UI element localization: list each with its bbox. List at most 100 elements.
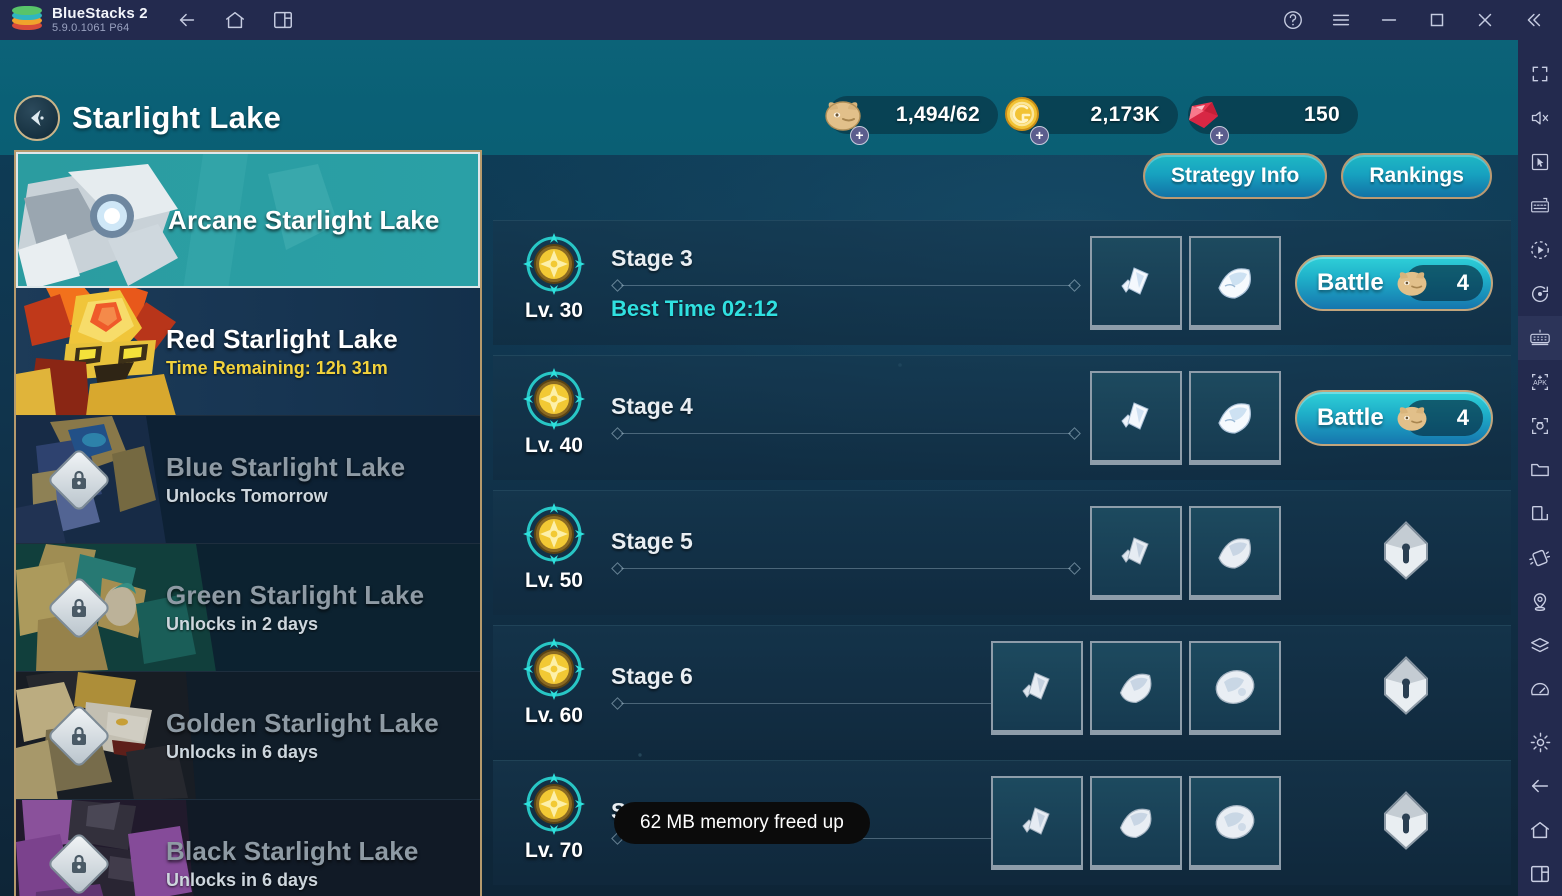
lake-unlock-info: Unlocks in 6 days bbox=[166, 742, 319, 762]
reward-slot[interactable] bbox=[1090, 236, 1182, 330]
shard-small-icon bbox=[1022, 671, 1050, 700]
lake-unlock-info: Unlocks Tomorrow bbox=[166, 486, 328, 506]
macro-record-icon[interactable] bbox=[1518, 228, 1562, 272]
rankings-button[interactable]: Rankings bbox=[1341, 153, 1492, 199]
currency-gold[interactable]: + 2,173K bbox=[1005, 96, 1178, 145]
install-apk-icon[interactable]: APK bbox=[1518, 360, 1562, 404]
minimize-icon[interactable] bbox=[1378, 9, 1400, 31]
screenshot-icon[interactable] bbox=[1518, 404, 1562, 448]
stage-level-badge: Lv. 40 bbox=[511, 366, 597, 470]
stage-info: Stage 3 Best Time 02:12 bbox=[611, 245, 1081, 322]
shard-small-icon bbox=[1121, 536, 1149, 565]
back-button[interactable] bbox=[14, 95, 60, 141]
stage-rewards bbox=[991, 776, 1281, 870]
rotate-icon[interactable] bbox=[1518, 272, 1562, 316]
media-folder-icon[interactable] bbox=[1518, 448, 1562, 492]
battle-cost: 4 bbox=[1397, 265, 1483, 301]
stage-lock-icon bbox=[1379, 790, 1433, 857]
settings-gear-icon[interactable] bbox=[1518, 720, 1562, 764]
stamina-add-button[interactable]: + bbox=[850, 126, 869, 145]
level-ring-icon bbox=[521, 501, 587, 567]
location-icon[interactable] bbox=[1518, 580, 1562, 624]
reward-slot[interactable] bbox=[1189, 236, 1281, 330]
battle-button[interactable]: Battle 4 bbox=[1295, 390, 1493, 446]
pointer-icon[interactable] bbox=[1518, 140, 1562, 184]
lake-item-black[interactable]: Black Starlight Lake Unlocks in 6 days bbox=[16, 800, 480, 896]
recents-icon[interactable] bbox=[1518, 852, 1562, 896]
gems-add-button[interactable]: + bbox=[1210, 126, 1229, 145]
battle-cost: 4 bbox=[1397, 400, 1483, 436]
lake-name: Arcane Starlight Lake bbox=[168, 204, 440, 235]
maximize-icon[interactable] bbox=[1426, 9, 1448, 31]
stage-level: Lv. 30 bbox=[525, 299, 583, 322]
gamepad-icon[interactable] bbox=[1518, 316, 1562, 360]
stage-row[interactable]: Lv. 50 Stage 5 bbox=[493, 490, 1511, 615]
reward-slot[interactable] bbox=[1189, 506, 1281, 600]
stage-best-time: Best Time 02:12 bbox=[611, 295, 779, 321]
shard-small-icon bbox=[1121, 266, 1149, 295]
lake-timer: Time Remaining: 12h 31m bbox=[166, 358, 388, 378]
stage-row[interactable]: Lv. 40 Stage 4 Battle 4 bbox=[493, 355, 1511, 480]
layers-icon[interactable] bbox=[1518, 624, 1562, 668]
menu-icon[interactable] bbox=[1330, 9, 1352, 31]
shard-medium-icon bbox=[1218, 402, 1251, 434]
reward-slot[interactable] bbox=[1090, 641, 1182, 735]
stage-divider bbox=[611, 426, 1081, 440]
reward-slot[interactable] bbox=[1189, 371, 1281, 465]
stage-rewards bbox=[1090, 371, 1281, 465]
stage-level: Lv. 40 bbox=[525, 434, 583, 457]
back-arrow-icon[interactable] bbox=[176, 9, 198, 31]
battle-cost-value: 4 bbox=[1456, 270, 1469, 295]
stage-row[interactable]: Lv. 60 Stage 6 bbox=[493, 625, 1511, 750]
collapse-icon[interactable] bbox=[1522, 9, 1544, 31]
close-icon[interactable] bbox=[1474, 9, 1496, 31]
bluestacks-titlebar: BlueStacks 2 5.9.0.1061 P64 bbox=[0, 0, 1562, 40]
stage-info: Stage 5 bbox=[611, 528, 1081, 579]
fullscreen-icon[interactable] bbox=[1518, 52, 1562, 96]
reward-slot[interactable] bbox=[1090, 776, 1182, 870]
battle-button[interactable]: Battle 4 bbox=[1295, 255, 1493, 311]
reward-slot[interactable] bbox=[991, 776, 1083, 870]
lake-item-red[interactable]: Red Starlight Lake Time Remaining: 12h 3… bbox=[16, 288, 480, 416]
level-ring-icon bbox=[521, 231, 587, 297]
shard-large-icon bbox=[1215, 804, 1255, 839]
keyboard-controls-icon[interactable] bbox=[1518, 184, 1562, 228]
lake-item-blue[interactable]: Blue Starlight Lake Unlocks Tomorrow bbox=[16, 416, 480, 544]
currency-bar: + 1,494/62 + 2,173K + 150 bbox=[825, 96, 1358, 145]
battle-label: Battle bbox=[1317, 404, 1384, 431]
reward-slot[interactable] bbox=[1090, 371, 1182, 465]
lake-item-green[interactable]: Green Starlight Lake Unlocks in 2 days bbox=[16, 544, 480, 672]
stamina-icon bbox=[1389, 395, 1435, 441]
stage-row[interactable]: Lv. 30 Stage 3 Best Time 02:12 Battle 4 bbox=[493, 220, 1511, 345]
gold-add-button[interactable]: + bbox=[1030, 126, 1049, 145]
help-icon[interactable] bbox=[1282, 9, 1304, 31]
shard-small-icon bbox=[1121, 401, 1149, 430]
stage-list: Lv. 30 Stage 3 Best Time 02:12 Battle 4 … bbox=[493, 220, 1511, 895]
stage-info: Stage 4 bbox=[611, 393, 1081, 444]
currency-stamina[interactable]: + 1,494/62 bbox=[825, 96, 998, 145]
lake-unlock-info: Unlocks in 2 days bbox=[166, 614, 319, 634]
stage-rewards bbox=[1090, 236, 1281, 330]
multi-instance-icon[interactable] bbox=[272, 9, 294, 31]
currency-gems[interactable]: + 150 bbox=[1188, 96, 1358, 145]
gems-value: 150 bbox=[1304, 103, 1340, 126]
reward-slot[interactable] bbox=[1189, 641, 1281, 735]
reward-slot[interactable] bbox=[991, 641, 1083, 735]
stage-level-badge: Lv. 30 bbox=[511, 231, 597, 335]
level-ring-icon bbox=[521, 771, 587, 837]
svg-text:APK: APK bbox=[1533, 380, 1547, 387]
lake-item-arcane[interactable]: Arcane Starlight Lake bbox=[16, 152, 480, 288]
shake-icon[interactable] bbox=[1518, 536, 1562, 580]
performance-icon[interactable] bbox=[1518, 668, 1562, 712]
lake-name: Blue Starlight Lake bbox=[166, 452, 406, 482]
reward-slot[interactable] bbox=[1090, 506, 1182, 600]
stage-divider bbox=[611, 561, 1081, 575]
home-icon[interactable] bbox=[224, 9, 246, 31]
strategy-info-button[interactable]: Strategy Info bbox=[1143, 153, 1328, 199]
back-arrow-icon[interactable] bbox=[1518, 764, 1562, 808]
lake-item-golden[interactable]: Golden Starlight Lake Unlocks in 6 days bbox=[16, 672, 480, 800]
multi-window-icon[interactable] bbox=[1518, 492, 1562, 536]
mute-icon[interactable] bbox=[1518, 96, 1562, 140]
home-icon[interactable] bbox=[1518, 808, 1562, 852]
reward-slot[interactable] bbox=[1189, 776, 1281, 870]
